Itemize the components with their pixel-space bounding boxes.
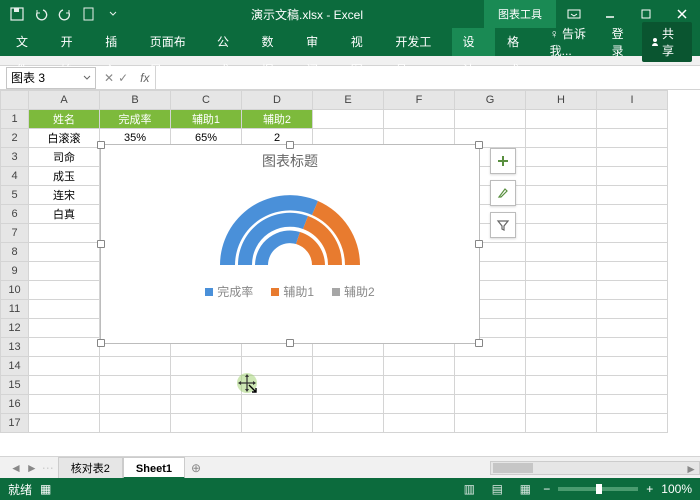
zoom-out-button[interactable]: − xyxy=(543,482,550,496)
tab-home[interactable]: 开始 xyxy=(51,28,94,56)
tab-insert[interactable]: 插入 xyxy=(95,28,138,56)
tab-data[interactable]: 数据 xyxy=(252,28,295,56)
view-page-layout-icon[interactable]: ▤ xyxy=(487,481,507,497)
col-header[interactable]: E xyxy=(313,91,384,110)
row-header: 1 xyxy=(1,110,29,129)
resize-handle[interactable] xyxy=(97,141,105,149)
cell: 辅助2 xyxy=(242,110,313,129)
select-all[interactable] xyxy=(1,91,29,110)
chart-styles-button[interactable] xyxy=(490,180,516,206)
chart-plot-area[interactable] xyxy=(101,171,479,275)
redo-icon[interactable] xyxy=(54,3,76,25)
zoom-in-button[interactable]: + xyxy=(646,482,653,496)
name-box[interactable]: 图表 3 xyxy=(6,67,96,89)
zoom-slider[interactable] xyxy=(558,487,638,491)
cell: 姓名 xyxy=(29,110,100,129)
tab-formulas[interactable]: 公式 xyxy=(207,28,250,56)
col-header[interactable]: B xyxy=(100,91,171,110)
cell: 司命 xyxy=(29,148,100,167)
status-bar: 就绪 ▦ ▥ ▤ ▦ − + 100% xyxy=(0,478,700,500)
fx-icon[interactable]: fx xyxy=(134,71,155,85)
col-header[interactable]: F xyxy=(384,91,455,110)
sheet-tabs-bar: ◄ ► ⋯ 核对表2 Sheet1 ⊕ ◄► xyxy=(0,456,700,478)
tab-review[interactable]: 审阅 xyxy=(296,28,339,56)
share-button[interactable]: 共享 xyxy=(642,22,692,62)
window-title: 演示文稿.xlsx - Excel xyxy=(130,6,484,23)
enter-icon[interactable]: ✓ xyxy=(118,71,128,85)
cell: 白真 xyxy=(29,205,100,224)
sheet-tab[interactable]: 核对表2 xyxy=(58,457,123,479)
view-normal-icon[interactable]: ▥ xyxy=(459,481,479,497)
cell: 成玉 xyxy=(29,167,100,186)
cancel-icon[interactable]: ✕ xyxy=(104,71,114,85)
sheet-tab[interactable]: Sheet1 xyxy=(123,457,185,479)
col-header[interactable]: D xyxy=(242,91,313,110)
cell: 连宋 xyxy=(29,186,100,205)
col-header[interactable]: H xyxy=(526,91,597,110)
tab-developer[interactable]: 开发工具 xyxy=(385,28,450,56)
new-icon[interactable] xyxy=(78,3,100,25)
col-header[interactable]: A xyxy=(29,91,100,110)
chart-filters-button[interactable] xyxy=(490,212,516,238)
undo-icon[interactable] xyxy=(30,3,52,25)
ribbon-tabs: 文件 开始 插入 页面布局 公式 数据 审阅 视图 开发工具 设计 格式 ♀ 告… xyxy=(0,28,700,56)
horizontal-scrollbar[interactable]: ◄► xyxy=(490,461,700,475)
tab-nav-prev-icon[interactable]: ◄ xyxy=(10,461,22,475)
resize-handle[interactable] xyxy=(475,141,483,149)
col-header[interactable]: I xyxy=(597,91,668,110)
tab-format[interactable]: 格式 xyxy=(497,28,540,56)
chevron-down-icon[interactable] xyxy=(102,3,124,25)
worksheet: A B C D E F G H I 1 姓名 完成率 辅助1 辅助2 2白滚滚3… xyxy=(0,90,700,433)
resize-handle[interactable] xyxy=(97,240,105,248)
add-sheet-button[interactable]: ⊕ xyxy=(185,461,207,475)
resize-handle[interactable] xyxy=(286,141,294,149)
cell: 白滚滚 xyxy=(29,129,100,148)
tab-nav-next-icon[interactable]: ► xyxy=(26,461,38,475)
resize-handle[interactable] xyxy=(97,339,105,347)
chart-legend[interactable]: 完成率 辅助1 辅助2 xyxy=(101,275,479,308)
macro-record-icon[interactable]: ▦ xyxy=(40,482,51,496)
tab-file[interactable]: 文件 xyxy=(6,28,49,56)
tab-layout[interactable]: 页面布局 xyxy=(140,28,205,56)
chart-object[interactable]: 图表标题 完成率 辅助1 辅助2 xyxy=(100,144,480,344)
tell-me[interactable]: ♀ 告诉我... xyxy=(550,25,604,59)
resize-handle[interactable] xyxy=(286,339,294,347)
zoom-level[interactable]: 100% xyxy=(661,482,692,496)
resize-handle[interactable] xyxy=(475,240,483,248)
cell: 完成率 xyxy=(100,110,171,129)
save-icon[interactable] xyxy=(6,3,28,25)
login-button[interactable]: 登录 xyxy=(612,25,634,59)
col-header[interactable]: G xyxy=(455,91,526,110)
view-page-break-icon[interactable]: ▦ xyxy=(515,481,535,497)
cell: 辅助1 xyxy=(171,110,242,129)
chart-elements-button[interactable] xyxy=(490,148,516,174)
formula-bar-row: 图表 3 ✕ ✓ fx xyxy=(0,66,700,90)
status-ready: 就绪 xyxy=(8,481,32,498)
formula-bar[interactable] xyxy=(155,66,700,89)
tab-view[interactable]: 视图 xyxy=(341,28,384,56)
tab-design[interactable]: 设计 xyxy=(452,28,495,56)
col-header[interactable]: C xyxy=(171,91,242,110)
resize-handle[interactable] xyxy=(475,339,483,347)
